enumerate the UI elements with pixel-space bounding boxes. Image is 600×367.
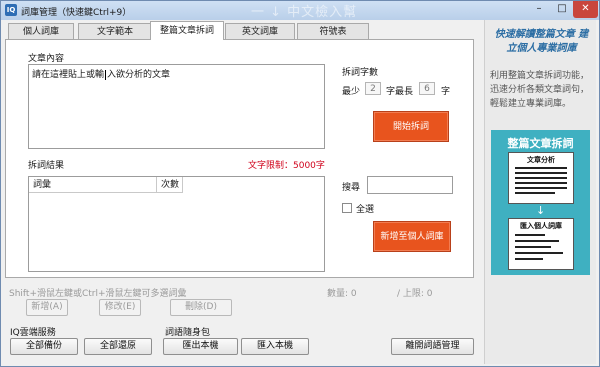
promo-title: 快速解讀整篇文章 建立個人專業詞庫 — [494, 29, 589, 54]
max-length-suffix: 字 — [441, 87, 451, 97]
split-count-label: 拆詞字數 — [342, 68, 379, 78]
column-header-count[interactable]: 次數 — [157, 177, 183, 193]
article-analysis-title: 文章分析 — [527, 156, 555, 164]
promo-card: 整篇文章拆詞 文章分析 ↓ 匯入個人詞庫 — [491, 130, 590, 275]
tab-text-templates[interactable]: 文字範本 — [78, 23, 152, 39]
maximize-button[interactable]: □ — [551, 1, 573, 18]
doc-line — [515, 240, 559, 242]
portable-pack-label: 詞語隨身包 — [165, 328, 211, 338]
doc-line — [515, 187, 567, 189]
tab-symbols[interactable]: 符號表 — [297, 23, 369, 39]
doc-line — [515, 182, 567, 184]
tab-article-split[interactable]: 整篇文章拆詞 — [150, 21, 224, 40]
title-decoration: 一 ↓ 中文檢入幫 — [251, 5, 358, 20]
content-label: 文章內容 — [28, 54, 65, 64]
text-limit-label: 文字限制：5000字 — [248, 161, 325, 171]
content-text-before: 請在這裡貼上或輸 — [32, 70, 105, 80]
doc-line — [515, 172, 567, 174]
minimize-button[interactable]: – — [528, 1, 550, 18]
restore-all-button[interactable]: 全部還原 — [84, 338, 152, 355]
select-all-label: 全選 — [356, 205, 375, 215]
cloud-service-label: IQ雲端服務 — [10, 328, 56, 338]
article-content-input[interactable]: 請在這裡貼上或輸 入欲分析的文章 — [28, 64, 325, 149]
import-local-button[interactable]: 匯入本機 — [241, 338, 309, 355]
select-all-checkbox[interactable] — [342, 203, 352, 213]
delete-word-button[interactable]: 刪除(D) — [170, 299, 232, 316]
tab-english-library[interactable]: 英文詞庫 — [225, 23, 295, 39]
search-label: 搜尋 — [342, 183, 361, 193]
search-input[interactable] — [367, 176, 453, 194]
word-count-status: 數量: 0 — [327, 289, 357, 299]
max-length-prefix: 字最長 — [386, 87, 414, 97]
content-text-after: 入欲分析的文章 — [107, 70, 171, 80]
word-limit-status: / 上限: 0 — [397, 289, 433, 299]
doc-line — [515, 192, 555, 194]
tab-personal-library[interactable]: 個人詞庫 — [8, 23, 74, 39]
column-header-word[interactable]: 詞彙 — [29, 177, 157, 193]
window-title: 詞庫管理（快速鍵Ctrl+9） — [21, 8, 132, 18]
doc-line — [515, 177, 567, 179]
export-local-button[interactable]: 匯出本機 — [163, 338, 238, 355]
max-length-field[interactable]: 6 — [419, 82, 435, 95]
doc-line — [515, 167, 567, 169]
multi-select-hint: Shift+滑鼠左鍵或Ctrl+滑鼠左鍵可多選詞彙 — [9, 289, 187, 299]
arrow-down-icon: ↓ — [536, 204, 546, 217]
add-word-button[interactable]: 新增(A) — [26, 299, 68, 316]
result-table[interactable]: 詞彙 次數 — [28, 176, 325, 272]
doc-line — [515, 252, 563, 254]
close-window-button[interactable]: ✕ — [573, 1, 598, 18]
article-document-illustration: 文章分析 — [508, 152, 574, 204]
backup-all-button[interactable]: 全部備份 — [10, 338, 78, 355]
min-length-label: 最少 — [342, 87, 361, 97]
promo-card-title: 整篇文章拆詞 — [507, 137, 574, 150]
min-length-field[interactable]: 2 — [365, 82, 381, 95]
promo-description: 利用整篇文章拆詞功能，迅速分析各類文章詞句，輕鬆建立專業詞庫。 — [490, 71, 590, 109]
result-label: 拆詞結果 — [28, 161, 65, 171]
add-to-personal-library-button[interactable]: 新增至個人詞庫 — [373, 221, 451, 252]
app-icon: IQ — [5, 4, 17, 16]
text-caret — [105, 69, 107, 80]
library-document-illustration: 匯入個人詞庫 — [508, 218, 574, 270]
doc-line — [515, 234, 545, 236]
doc-line — [515, 258, 543, 260]
doc-line — [515, 246, 551, 248]
title-bar[interactable]: IQ 詞庫管理（快速鍵Ctrl+9） 一 ↓ 中文檢入幫 – □ ✕ — [1, 1, 599, 20]
exit-manager-button[interactable]: 離開詞語管理 — [391, 338, 474, 355]
modify-word-button[interactable]: 修改(E) — [99, 299, 141, 316]
import-library-title: 匯入個人詞庫 — [520, 222, 562, 230]
start-split-button[interactable]: 開始拆詞 — [373, 111, 449, 142]
